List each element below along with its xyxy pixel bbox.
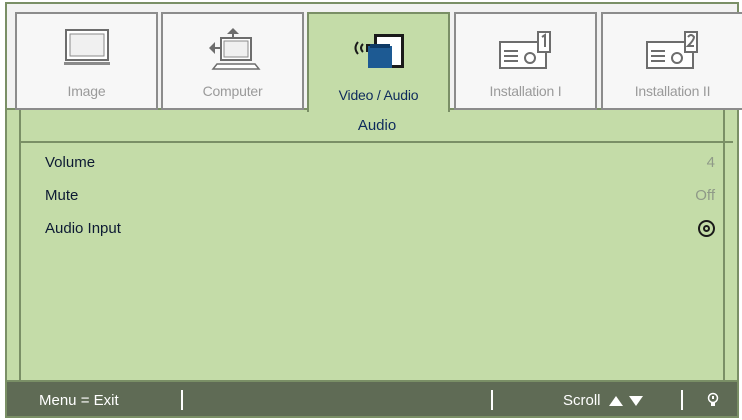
tab-label: Installation I — [489, 83, 562, 99]
section-title: Audio — [357, 117, 397, 134]
panel-border-left — [19, 110, 21, 380]
menu-item-mute[interactable]: Mute Off — [45, 185, 715, 207]
volume-value: 4 — [706, 154, 715, 171]
status-separator — [181, 390, 183, 410]
menu-item-label: Mute — [45, 187, 79, 204]
lightbulb-icon — [707, 392, 719, 408]
panel-border-right — [723, 110, 725, 380]
menu-item-volume[interactable]: Volume 4 — [45, 152, 715, 174]
computer-icon — [203, 28, 263, 77]
tab-video-audio[interactable]: Video / Audio — [307, 12, 450, 112]
menu-item-label: Audio Input — [45, 220, 121, 237]
tab-label: Image — [67, 83, 106, 99]
status-separator — [491, 390, 493, 410]
tab-strip: Image Computer Video / Audio Installatio… — [7, 4, 742, 112]
tab-computer[interactable]: Computer — [161, 12, 304, 110]
projector-settings-icon — [641, 28, 705, 77]
exit-hint: Menu = Exit — [39, 392, 119, 409]
title-divider — [21, 141, 733, 143]
menu-item-label: Volume — [45, 154, 96, 171]
tab-installation-1[interactable]: Installation I — [454, 12, 597, 110]
menu-item-audio-input[interactable]: Audio Input — [45, 218, 715, 240]
tab-label: Video / Audio — [338, 87, 419, 103]
tab-label: Installation II — [634, 83, 711, 99]
projector-icon — [494, 28, 558, 77]
scroll-label: Scroll — [563, 392, 601, 409]
video-audio-icon — [344, 28, 414, 79]
tab-label: Computer — [202, 83, 263, 99]
status-separator — [681, 390, 683, 410]
tab-installation-2[interactable]: Installation II — [601, 12, 742, 110]
mute-value: Off — [695, 187, 715, 204]
osd-menu: Image Computer Video / Audio Installatio… — [5, 2, 742, 418]
arrow-down-icon — [628, 396, 643, 407]
arrow-up-icon — [608, 396, 623, 407]
select-icon[interactable] — [698, 220, 715, 237]
status-bar: Menu = Exit Scroll — [7, 380, 737, 416]
tab-image[interactable]: Image — [15, 12, 158, 110]
scroll-hint: Scroll — [563, 392, 643, 409]
monitor-icon — [62, 28, 112, 73]
